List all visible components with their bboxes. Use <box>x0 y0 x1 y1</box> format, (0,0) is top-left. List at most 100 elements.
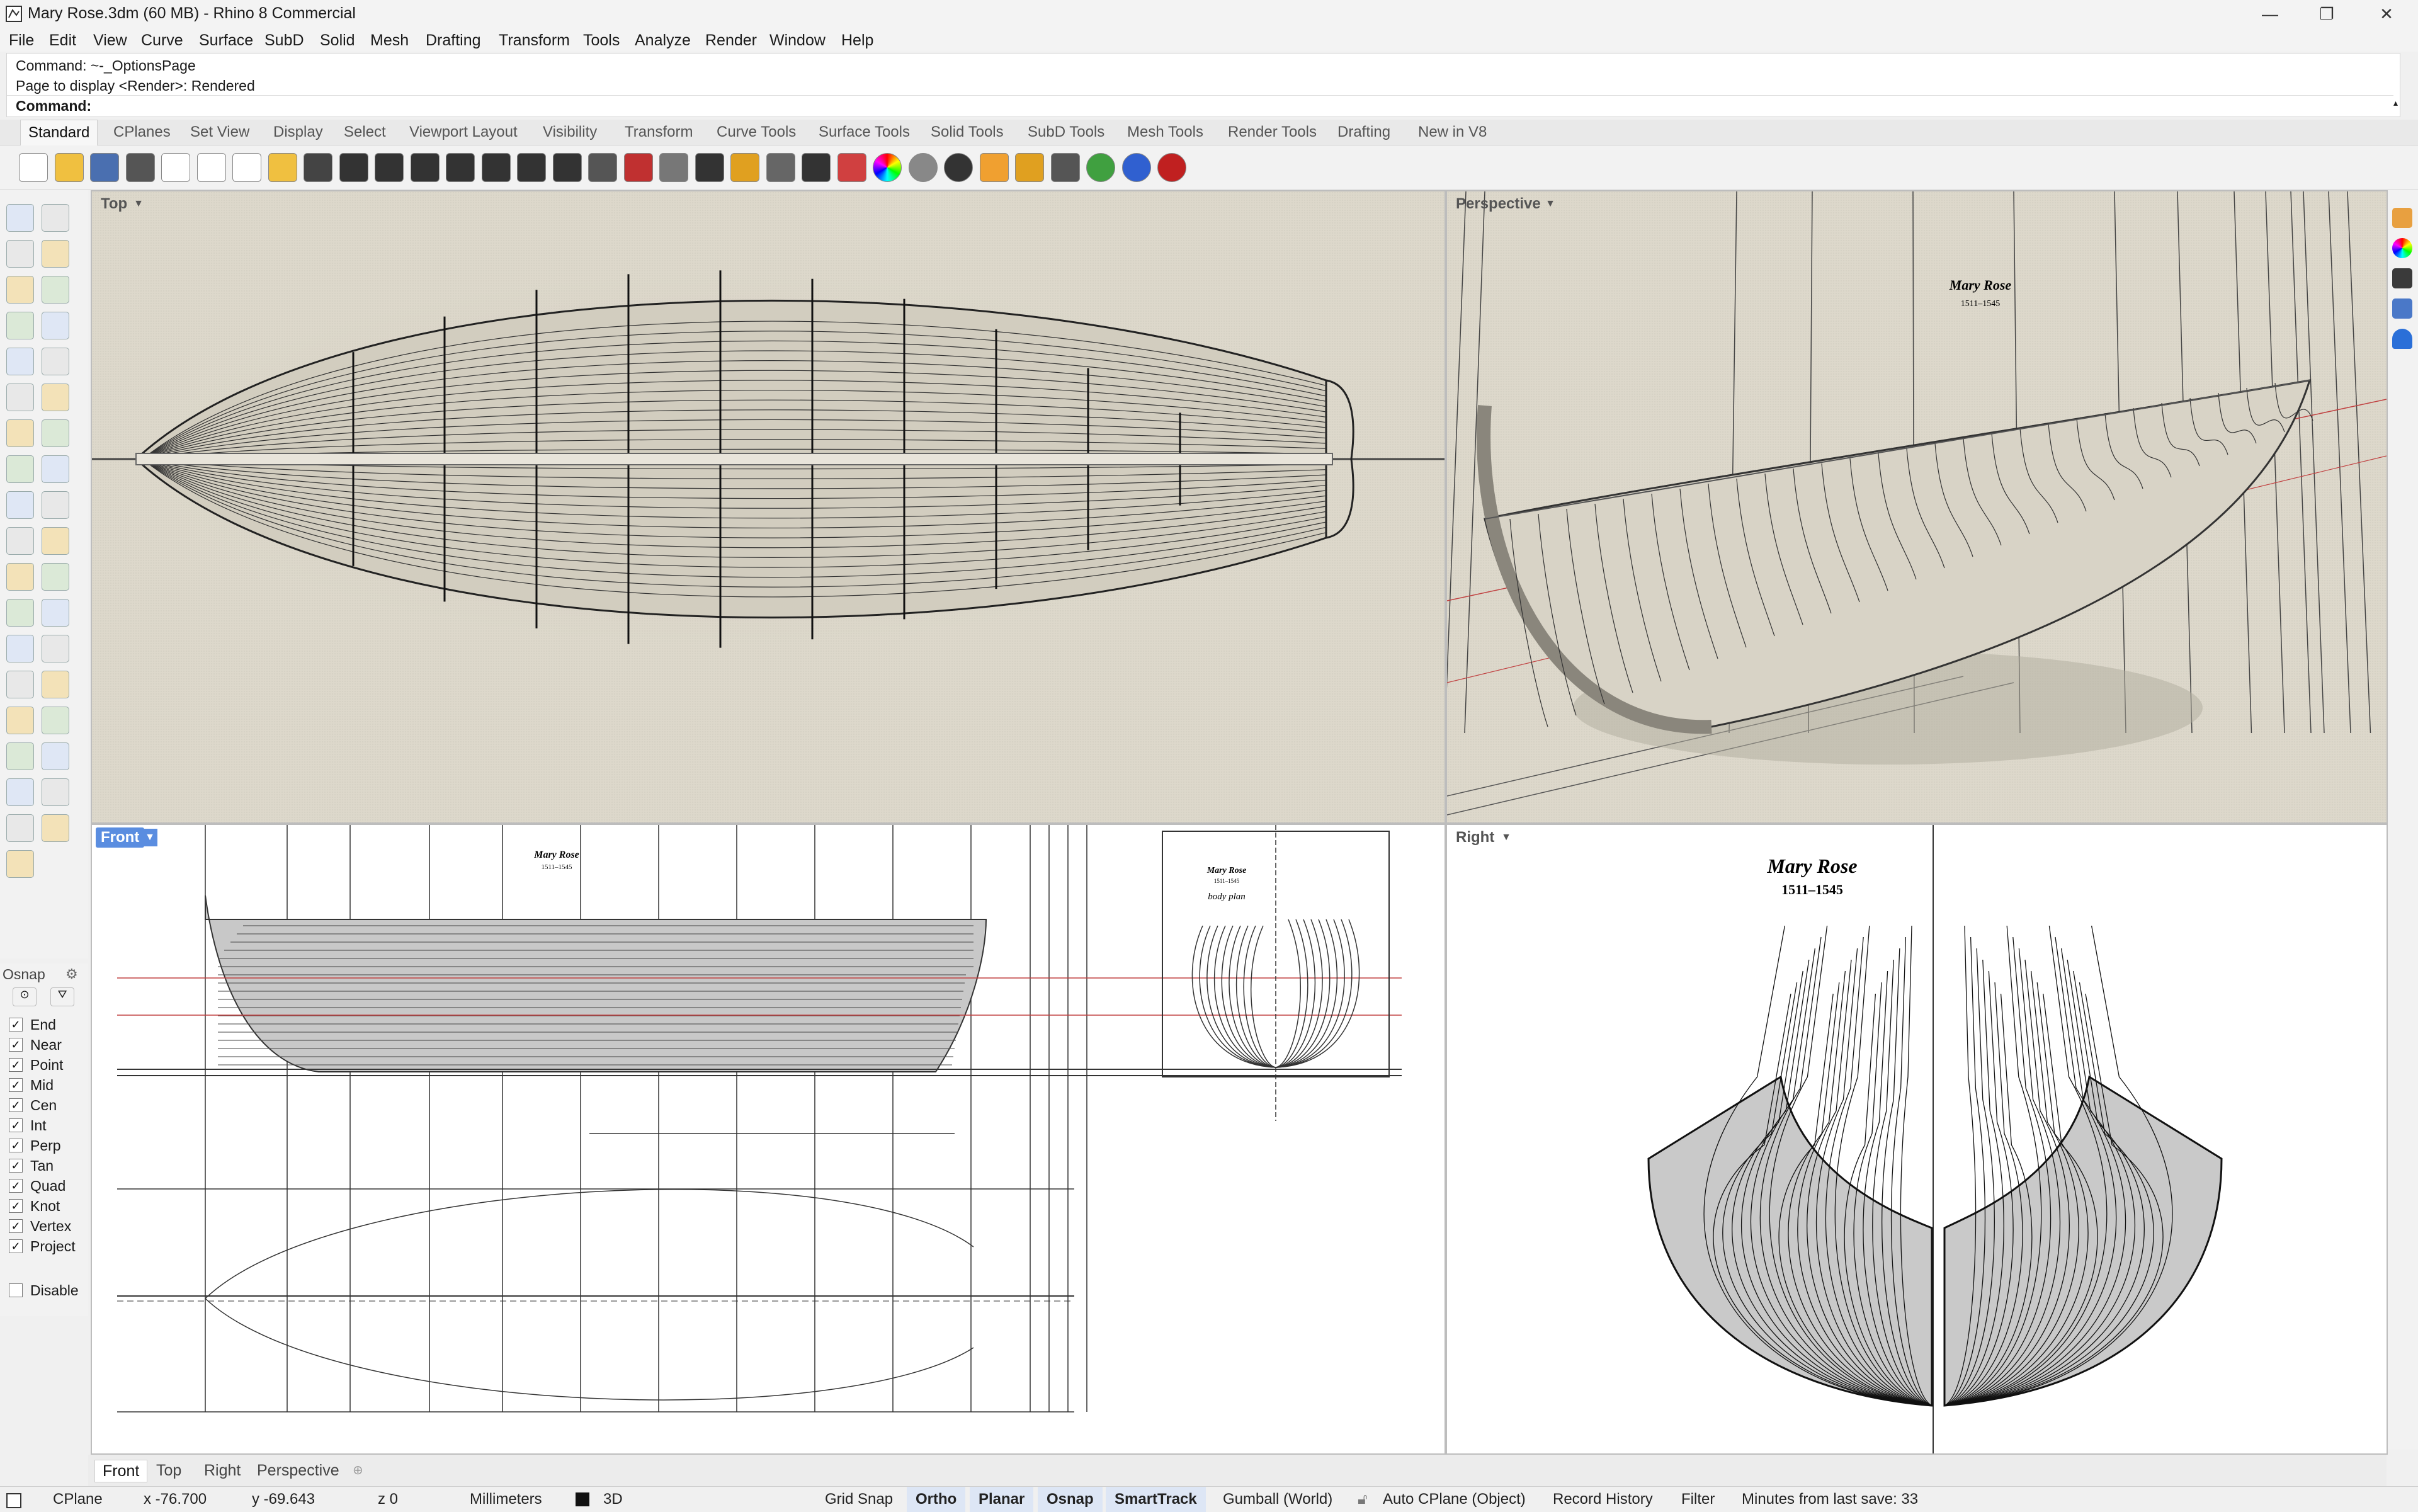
zoom-icon[interactable] <box>410 153 440 182</box>
tab-solid-tools[interactable]: Solid Tools <box>931 120 1004 145</box>
bulb-icon[interactable] <box>766 153 795 182</box>
zoom-selected-icon[interactable] <box>517 153 546 182</box>
properties-panel-icon[interactable] <box>2392 298 2412 319</box>
ellipse-icon[interactable] <box>42 276 69 304</box>
menu-file[interactable]: File <box>9 29 34 52</box>
rotate-view-icon[interactable] <box>375 153 404 182</box>
tab-viewport-layout[interactable]: Viewport Layout <box>409 120 518 145</box>
osnap-checkbox-knot[interactable]: ✓ <box>9 1199 23 1213</box>
select-arrow-icon[interactable] <box>6 204 34 232</box>
tab-transform[interactable]: Transform <box>625 120 693 145</box>
tab-select[interactable]: Select <box>344 120 386 145</box>
print-icon[interactable] <box>125 153 155 182</box>
osnap-checkbox-quad[interactable]: ✓ <box>9 1179 23 1193</box>
menu-transform[interactable]: Transform <box>499 29 570 52</box>
undo-icon[interactable] <box>304 153 332 182</box>
lights-icon[interactable] <box>730 153 759 182</box>
status-units[interactable]: Millimeters <box>470 1487 542 1512</box>
burst-icon[interactable] <box>42 491 69 519</box>
new-file-icon[interactable] <box>19 153 48 182</box>
flag-icon[interactable] <box>979 153 1009 182</box>
layers-panel-icon[interactable] <box>2392 208 2412 228</box>
paint-icon[interactable] <box>6 850 34 878</box>
viewport-tab-top[interactable]: Top <box>156 1460 181 1481</box>
color-wheel-icon[interactable] <box>873 153 902 182</box>
close-button[interactable]: ✕ <box>2358 0 2415 29</box>
import-icon[interactable] <box>161 153 190 182</box>
menu-analyze[interactable]: Analyze <box>635 29 691 52</box>
menu-render[interactable]: Render <box>705 29 757 52</box>
arc-icon[interactable] <box>6 312 34 339</box>
open-folder-icon[interactable] <box>54 153 84 182</box>
display-panel-icon[interactable] <box>2392 268 2412 288</box>
trim-icon[interactable] <box>42 527 69 555</box>
menu-subd[interactable]: SubD <box>264 29 304 52</box>
viewport-menu-chevron-icon[interactable]: ▼ <box>1543 195 1558 213</box>
clipboard-icon[interactable] <box>268 153 297 182</box>
curve-icon[interactable] <box>42 240 69 268</box>
minimize-button[interactable]: — <box>2242 0 2298 29</box>
rotate-icon[interactable] <box>42 742 69 770</box>
subd-icon[interactable] <box>42 563 69 591</box>
offset-icon[interactable] <box>42 599 69 627</box>
array-grid-icon[interactable] <box>6 742 34 770</box>
menu-curve[interactable]: Curve <box>141 29 183 52</box>
car-icon[interactable] <box>623 153 653 182</box>
viewport-title[interactable]: Top <box>96 194 132 214</box>
tab-surface-tools[interactable]: Surface Tools <box>819 120 910 145</box>
tab-subd-tools[interactable]: SubD Tools <box>1028 120 1104 145</box>
viewport-menu-chevron-icon[interactable]: ▼ <box>142 829 157 846</box>
osnap-checkbox-mid[interactable]: ✓ <box>9 1078 23 1092</box>
osnap-checkbox-perp[interactable]: ✓ <box>9 1139 23 1152</box>
command-scroll-icon[interactable]: ▴ <box>2393 98 2400 108</box>
tab-standard[interactable]: Standard <box>20 120 98 145</box>
clipping-icon[interactable] <box>42 778 69 806</box>
mesh-icon[interactable] <box>6 563 34 591</box>
status-planar[interactable]: Planar <box>970 1487 1034 1512</box>
osnap-checkbox-int[interactable]: ✓ <box>9 1118 23 1132</box>
measure-icon[interactable] <box>1050 153 1080 182</box>
point-icon[interactable] <box>42 204 69 232</box>
viewport-front[interactable]: Mary Rose 1511–1545 body plan Mary Rose … <box>91 824 1446 1455</box>
polyline-icon[interactable] <box>6 240 34 268</box>
menu-drafting[interactable]: Drafting <box>426 29 481 52</box>
analyze-icon[interactable] <box>6 778 34 806</box>
shaded-icon[interactable] <box>659 153 688 182</box>
block-icon[interactable] <box>6 707 34 734</box>
viewport-tab-perspective[interactable]: Perspective <box>257 1460 339 1481</box>
surface-icon[interactable] <box>6 384 34 411</box>
status-record-history[interactable]: Record History <box>1553 1487 1653 1512</box>
layer-color-swatch[interactable] <box>576 1492 589 1506</box>
osnap-checkbox-vertex[interactable]: ✓ <box>9 1219 23 1233</box>
rhino-logo-icon[interactable] <box>1157 153 1186 182</box>
extrude-icon[interactable] <box>42 455 69 483</box>
fillet-icon[interactable] <box>42 348 69 375</box>
status-grid-snap[interactable]: Grid Snap <box>825 1487 893 1512</box>
tab-drafting[interactable]: Drafting <box>1337 120 1390 145</box>
boolean-icon[interactable] <box>42 419 69 447</box>
split-icon[interactable] <box>6 527 34 555</box>
viewport-tab-right[interactable]: Right <box>204 1460 241 1481</box>
osnap-checkbox-project[interactable]: ✓ <box>9 1239 23 1253</box>
osnap-checkbox-cen[interactable]: ✓ <box>9 1098 23 1112</box>
osnap-checkbox-near[interactable]: ✓ <box>9 1038 23 1052</box>
osnap-checkbox-end[interactable]: ✓ <box>9 1018 23 1032</box>
tab-curve-tools[interactable]: Curve Tools <box>717 120 796 145</box>
zoom-window-icon[interactable] <box>446 153 475 182</box>
menu-view[interactable]: View <box>93 29 127 52</box>
grid-viewport-icon[interactable] <box>588 153 617 182</box>
check-icon[interactable] <box>6 814 34 842</box>
polygon-icon[interactable] <box>6 348 34 375</box>
status-auto-cplane[interactable]: Auto CPlane (Object) <box>1383 1487 1526 1512</box>
menu-solid[interactable]: Solid <box>320 29 355 52</box>
viewport-right[interactable]: Mary Rose 1511–1545 Right ▼ <box>1446 824 2388 1455</box>
viewport-title[interactable]: Right <box>1451 827 1499 848</box>
auto-cplane-lock-icon[interactable]: 🔓︎ <box>1358 1487 1368 1512</box>
menu-surface[interactable]: Surface <box>199 29 253 52</box>
notifications-panel-icon[interactable] <box>2392 329 2412 349</box>
status-layer[interactable]: 3D <box>603 1487 623 1512</box>
tab-mesh-tools[interactable]: Mesh Tools <box>1127 120 1203 145</box>
rhino-app-icon[interactable] <box>5 5 23 23</box>
viewport-tab-front[interactable]: Front <box>94 1460 148 1482</box>
menu-help[interactable]: Help <box>841 29 873 52</box>
